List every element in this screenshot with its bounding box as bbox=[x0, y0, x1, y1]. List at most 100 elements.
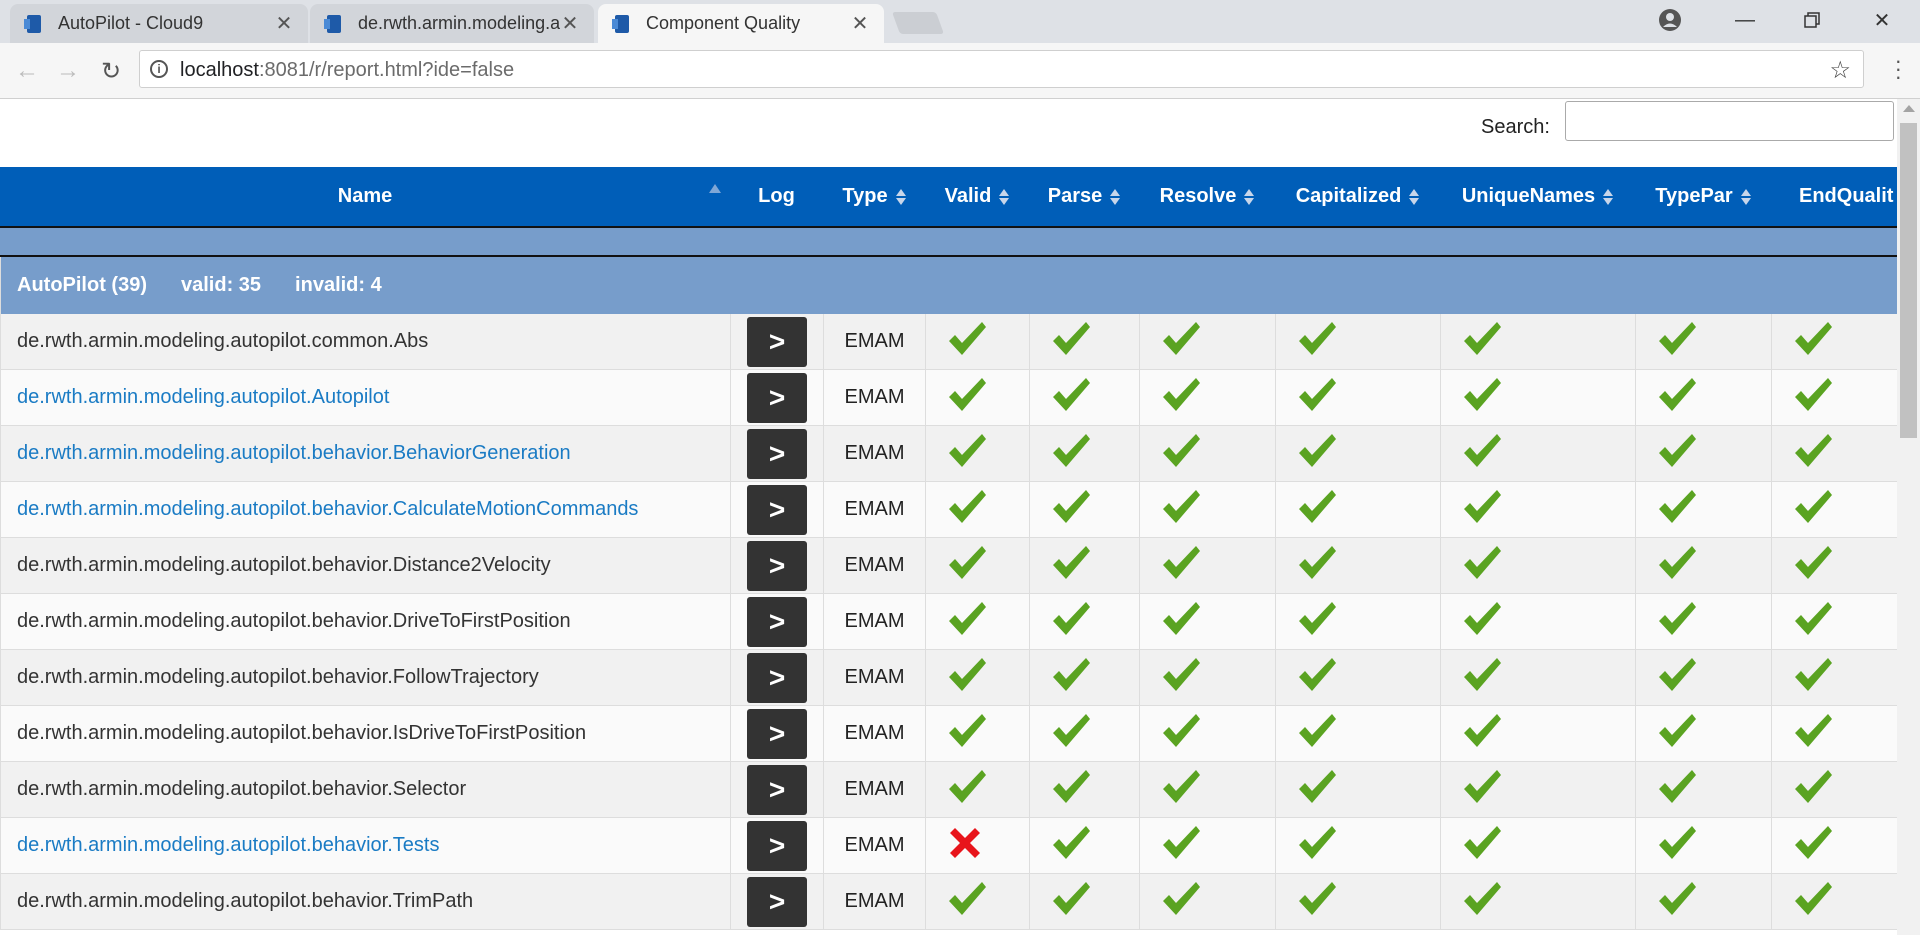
type-cell: EMAM bbox=[823, 650, 925, 705]
check-icon bbox=[1656, 543, 1698, 588]
menu-dots-icon[interactable]: · · · bbox=[1895, 50, 1902, 88]
close-icon[interactable]: ✕ bbox=[560, 11, 580, 36]
status-cell bbox=[1275, 482, 1440, 537]
table-row: de.rwth.armin.modeling.autopilot.common.… bbox=[0, 314, 1897, 370]
status-cell bbox=[1029, 706, 1139, 761]
scroll-up-arrow-icon[interactable] bbox=[1903, 105, 1915, 112]
column-label: TypePar bbox=[1655, 185, 1733, 207]
status-cell bbox=[1771, 594, 1897, 649]
tab-autopilot-cloud9[interactable]: AutoPilot - Cloud9 ✕ bbox=[10, 4, 308, 43]
component-name: de.rwth.armin.modeling.autopilot.behavio… bbox=[0, 874, 730, 929]
table-row: de.rwth.armin.modeling.autopilot.behavio… bbox=[0, 874, 1897, 930]
check-icon bbox=[1050, 543, 1092, 588]
log-button[interactable]: > bbox=[747, 708, 807, 759]
column-header-uniquenames[interactable]: UniqueNames bbox=[1440, 167, 1635, 226]
check-icon bbox=[1160, 319, 1202, 364]
check-icon bbox=[1050, 823, 1092, 868]
close-window-icon[interactable]: ✕ bbox=[1852, 0, 1912, 40]
column-header-type[interactable]: Type bbox=[823, 167, 925, 226]
log-button[interactable]: > bbox=[747, 876, 807, 927]
check-icon bbox=[1792, 823, 1834, 868]
browser-toolbar: ← → ↻ i localhost:8081/r/report.html?ide… bbox=[0, 43, 1920, 99]
bookmark-star-icon[interactable]: ☆ bbox=[1829, 56, 1851, 85]
profile-icon[interactable] bbox=[1640, 0, 1700, 40]
column-header-capitalized[interactable]: Capitalized bbox=[1275, 167, 1440, 226]
scrollbar-thumb[interactable] bbox=[1900, 123, 1917, 438]
column-header-endquality[interactable]: EndQualit bbox=[1771, 167, 1897, 226]
status-cell bbox=[1635, 538, 1771, 593]
column-header-resolve[interactable]: Resolve bbox=[1139, 167, 1275, 226]
check-icon bbox=[1160, 543, 1202, 588]
url-text[interactable]: localhost:8081/r/report.html?ide=false bbox=[180, 59, 514, 82]
check-icon bbox=[1792, 711, 1834, 756]
column-header-name[interactable]: Name bbox=[0, 167, 730, 226]
log-button[interactable]: > bbox=[747, 316, 807, 367]
check-icon bbox=[1160, 599, 1202, 644]
check-icon bbox=[1461, 543, 1503, 588]
status-cell bbox=[1275, 594, 1440, 649]
column-label: Valid bbox=[944, 185, 992, 207]
log-button[interactable]: > bbox=[747, 540, 807, 591]
status-cell bbox=[1440, 594, 1635, 649]
check-icon bbox=[946, 431, 988, 476]
check-icon bbox=[1296, 655, 1338, 700]
log-button[interactable]: > bbox=[747, 596, 807, 647]
minimize-icon[interactable]: — bbox=[1715, 0, 1775, 40]
tab-title: Component Quality bbox=[646, 13, 801, 33]
component-name: de.rwth.armin.modeling.autopilot.common.… bbox=[0, 314, 730, 369]
check-icon bbox=[1461, 655, 1503, 700]
reload-icon[interactable]: ↻ bbox=[96, 56, 126, 86]
close-icon[interactable]: ✕ bbox=[850, 11, 870, 36]
log-button[interactable]: > bbox=[747, 372, 807, 423]
status-cell bbox=[1771, 650, 1897, 705]
sort-icon bbox=[895, 188, 906, 206]
status-cell bbox=[1771, 874, 1897, 929]
status-cell bbox=[1635, 706, 1771, 761]
check-icon bbox=[946, 543, 988, 588]
close-icon[interactable]: ✕ bbox=[274, 11, 294, 36]
type-cell: EMAM bbox=[823, 426, 925, 481]
vertical-scrollbar[interactable] bbox=[1897, 99, 1920, 935]
check-icon bbox=[1656, 711, 1698, 756]
column-header-typepar[interactable]: TypePar bbox=[1635, 167, 1771, 226]
log-button[interactable]: > bbox=[747, 820, 807, 871]
tab-modeling[interactable]: de.rwth.armin.modeling.a ✕ bbox=[310, 4, 594, 43]
sort-icon bbox=[1603, 188, 1614, 206]
table-row: de.rwth.armin.modeling.autopilot.behavio… bbox=[0, 482, 1897, 538]
restore-icon[interactable] bbox=[1782, 0, 1842, 40]
column-header-valid[interactable]: Valid bbox=[925, 167, 1029, 226]
column-header-log[interactable]: Log bbox=[730, 167, 823, 226]
log-cell: > bbox=[730, 874, 823, 929]
info-icon[interactable]: i bbox=[150, 60, 168, 78]
component-name-link[interactable]: de.rwth.armin.modeling.autopilot.behavio… bbox=[0, 818, 730, 873]
type-cell: EMAM bbox=[823, 818, 925, 873]
component-name-link[interactable]: de.rwth.armin.modeling.autopilot.Autopil… bbox=[0, 370, 730, 425]
status-cell bbox=[1635, 370, 1771, 425]
component-name-link[interactable]: de.rwth.armin.modeling.autopilot.behavio… bbox=[0, 482, 730, 537]
column-label: Type bbox=[842, 185, 888, 207]
check-icon bbox=[1792, 487, 1834, 532]
check-icon bbox=[946, 599, 988, 644]
status-cell bbox=[1771, 762, 1897, 817]
component-name-link[interactable]: de.rwth.armin.modeling.autopilot.behavio… bbox=[0, 426, 730, 481]
log-button[interactable]: > bbox=[747, 764, 807, 815]
tab-component-quality[interactable]: Component Quality ✕ bbox=[598, 4, 884, 43]
column-header-parse[interactable]: Parse bbox=[1029, 167, 1139, 226]
log-button[interactable]: > bbox=[747, 652, 807, 703]
forward-arrow-icon[interactable]: → bbox=[53, 56, 83, 86]
check-icon bbox=[1050, 375, 1092, 420]
check-icon bbox=[1160, 879, 1202, 924]
status-cell bbox=[1635, 650, 1771, 705]
log-button[interactable]: > bbox=[747, 484, 807, 535]
log-button[interactable]: > bbox=[747, 428, 807, 479]
new-tab-button[interactable] bbox=[891, 12, 945, 34]
check-icon bbox=[1656, 599, 1698, 644]
group-row-autopilot[interactable]: AutoPilot (39) valid: 35 invalid: 4 bbox=[0, 257, 1897, 314]
status-cell bbox=[1029, 650, 1139, 705]
status-cell bbox=[1275, 370, 1440, 425]
check-icon bbox=[1656, 319, 1698, 364]
search-input[interactable] bbox=[1565, 101, 1894, 141]
check-icon bbox=[1461, 375, 1503, 420]
address-bar[interactable]: i localhost:8081/r/report.html?ide=false… bbox=[139, 50, 1864, 88]
back-arrow-icon[interactable]: ← bbox=[12, 56, 42, 86]
